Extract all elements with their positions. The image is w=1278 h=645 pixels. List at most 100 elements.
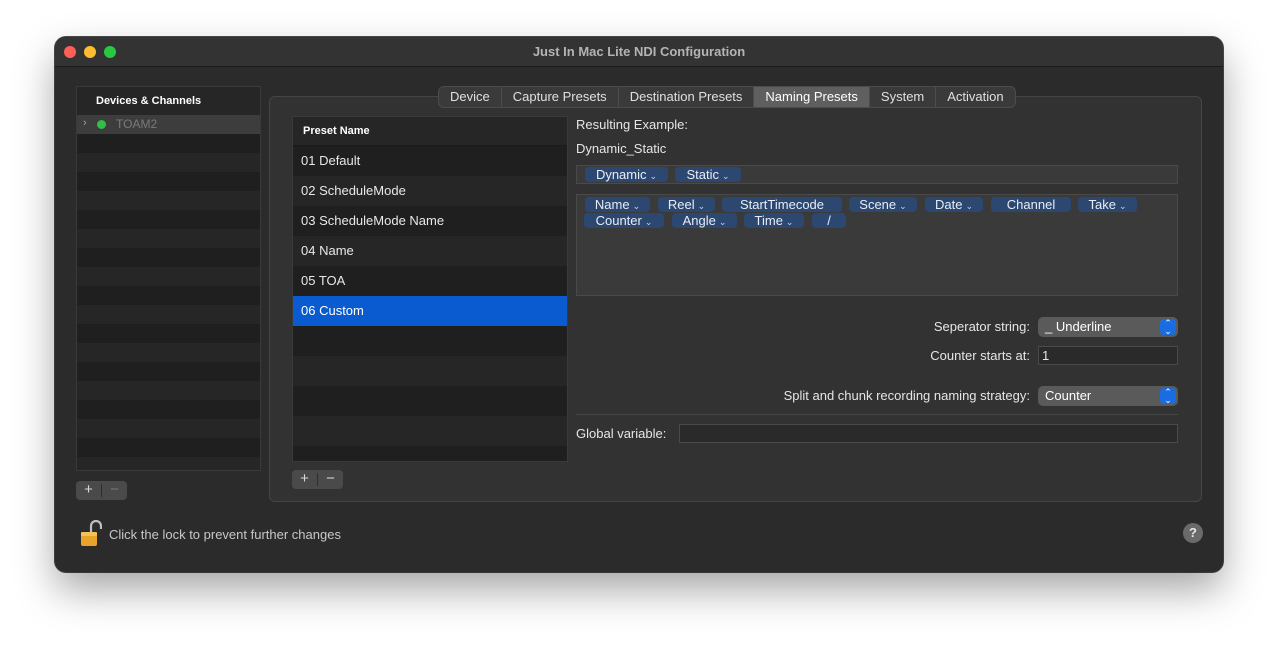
chevron-down-icon: ⌄ — [649, 171, 658, 181]
token-label: Reel — [667, 197, 695, 212]
token-label: StartTimecode — [739, 197, 825, 212]
preset-empty-row — [293, 446, 567, 461]
token-angle[interactable]: Angle ⌄ — [672, 213, 737, 228]
preset-row[interactable]: 05 TOA — [293, 266, 567, 296]
resulting-example-value: Dynamic_Static — [576, 141, 667, 156]
sidebar-empty-row — [77, 362, 260, 381]
token-label: Angle — [682, 213, 716, 228]
separator-string-label: Seperator string: — [933, 319, 1030, 334]
chevron-down-icon: ⌄ — [899, 201, 907, 211]
preset-empty-row — [293, 326, 567, 356]
preset-empty-row — [293, 356, 567, 386]
chevron-down-icon: ⌄ — [785, 217, 794, 227]
sidebar-empty-row — [77, 153, 260, 172]
remove-device-button[interactable]: − — [102, 481, 127, 500]
global-variable-label: Global variable: — [576, 426, 667, 441]
divider — [576, 414, 1178, 415]
token-slash[interactable]: / — [812, 213, 846, 228]
title-bar: Just In Mac Lite NDI Configuration — [55, 37, 1223, 67]
separator-string-value: _ Underline — [1045, 319, 1112, 334]
token-date[interactable]: Date ⌄ — [925, 197, 983, 212]
devices-sidebar: Devices & Channels › TOAM2 — [76, 86, 261, 471]
add-preset-button[interactable]: + — [292, 470, 317, 489]
token-channel[interactable]: Channel — [991, 197, 1071, 212]
preset-row[interactable]: 02 ScheduleMode — [293, 176, 567, 206]
sidebar-item-toam2[interactable]: › TOAM2 — [77, 115, 260, 134]
token-time[interactable]: Time ⌄ — [744, 213, 804, 228]
lock-status-text: Click the lock to prevent further change… — [109, 527, 341, 542]
token-scene[interactable]: Scene ⌄ — [849, 197, 917, 212]
token-label: / — [827, 213, 831, 228]
help-button[interactable]: ? — [1183, 523, 1203, 543]
separator-string-popup[interactable]: _ Underline ⌃ ⌄ — [1038, 317, 1178, 337]
token-label: Name — [594, 197, 630, 212]
counter-start-field[interactable]: 1 — [1038, 346, 1178, 365]
token-take[interactable]: Take ⌄ — [1078, 197, 1137, 212]
preset-row[interactable]: 04 Name — [293, 236, 567, 266]
sidebar-header: Devices & Channels — [77, 87, 260, 115]
sidebar-empty-row — [77, 324, 260, 343]
sidebar-empty-row — [77, 229, 260, 248]
up-down-arrows-icon: ⌃ ⌄ — [1160, 319, 1176, 336]
sidebar-empty-row — [77, 267, 260, 286]
preset-add-remove-control: + − — [292, 470, 343, 489]
token-reel[interactable]: Reel ⌄ — [658, 197, 715, 212]
token-dynamic[interactable]: Dynamic ⌄ — [585, 167, 668, 182]
unlocked-padlock-icon[interactable] — [80, 519, 102, 551]
disclosure-chevron-icon[interactable]: › — [83, 117, 87, 129]
sidebar-empty-row — [77, 457, 260, 470]
chevron-down-icon: ⌄ — [965, 201, 973, 211]
sidebar-empty-row — [77, 248, 260, 267]
tab-naming-presets[interactable]: Naming Presets — [754, 87, 870, 107]
split-strategy-popup[interactable]: Counter ⌃ ⌄ — [1038, 386, 1178, 406]
token-label: Take — [1088, 197, 1116, 212]
window-title: Just In Mac Lite NDI Configuration — [532, 44, 746, 59]
status-dot-icon — [97, 120, 106, 129]
counter-start-label: Counter starts at: — [930, 348, 1030, 363]
token-label: Counter — [595, 213, 642, 228]
chevron-down-icon: ⌄ — [644, 217, 653, 227]
available-token-palette: Name ⌄ Reel ⌄ StartTimecode Scene ⌄ Date ⌄ C… — [576, 194, 1178, 296]
preset-empty-row — [293, 386, 567, 416]
resulting-example-label: Resulting Example: — [576, 117, 688, 132]
chevron-down-icon: ⌄ — [721, 171, 730, 181]
sidebar-empty-row — [77, 210, 260, 229]
chevron-down-icon: ⌄ — [718, 217, 727, 227]
add-device-button[interactable]: + — [76, 481, 101, 500]
chevron-down-icon: ⌄ — [632, 201, 641, 211]
chevron-down-icon: ⌄ — [697, 201, 706, 211]
sidebar-empty-row — [77, 400, 260, 419]
chevron-down-icon: ⌄ — [1118, 201, 1127, 211]
tab-activation[interactable]: Activation — [936, 87, 1014, 107]
sidebar-empty-row — [77, 438, 260, 457]
token-static[interactable]: Static ⌄ — [675, 167, 741, 182]
split-strategy-label: Split and chunk recording naming strateg… — [783, 388, 1030, 403]
token-label: Time — [754, 213, 783, 228]
sidebar-empty-row — [77, 172, 260, 191]
global-variable-field[interactable] — [679, 424, 1178, 443]
tab-capture-presets[interactable]: Capture Presets — [502, 87, 619, 107]
preset-list-header: Preset Name — [293, 117, 567, 146]
preset-row[interactable]: 03 ScheduleMode Name — [293, 206, 567, 236]
up-down-arrows-icon: ⌃ ⌄ — [1160, 388, 1176, 405]
tab-system[interactable]: System — [870, 87, 937, 107]
sidebar-empty-row — [77, 305, 260, 324]
remove-preset-button[interactable]: − — [318, 470, 343, 489]
token-label: Channel — [1006, 197, 1056, 212]
token-starttimecode[interactable]: StartTimecode — [722, 197, 842, 212]
token-name[interactable]: Name ⌄ — [585, 197, 650, 212]
tab-destination-presets[interactable]: Destination Presets — [619, 87, 755, 107]
preset-empty-row — [293, 416, 567, 446]
preset-row-selected[interactable]: 06 Custom — [293, 296, 567, 326]
split-strategy-value: Counter — [1045, 388, 1092, 403]
token-counter[interactable]: Counter ⌄ — [584, 213, 664, 228]
sidebar-empty-row — [77, 381, 260, 400]
token-label: Date — [934, 197, 963, 212]
preset-row[interactable]: 01 Default — [293, 146, 567, 176]
token-label: Dynamic — [595, 167, 647, 182]
token-label: Static — [686, 167, 719, 182]
settings-tabs: Device Capture Presets Destination Prese… — [438, 86, 1016, 108]
sidebar-empty-row — [77, 286, 260, 305]
tab-device[interactable]: Device — [439, 87, 502, 107]
active-token-field[interactable]: Dynamic ⌄ Static ⌄ — [576, 165, 1178, 184]
